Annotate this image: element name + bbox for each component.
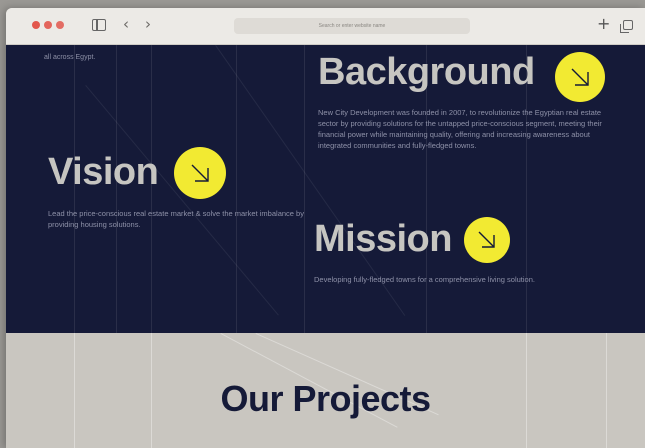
forward-arrow-icon[interactable]: › xyxy=(145,15,151,33)
mission-arrow-button[interactable] xyxy=(464,217,510,263)
close-window-button[interactable] xyxy=(32,21,40,29)
background-text: New City Development was founded in 2007… xyxy=(318,108,602,150)
browser-window: ‹ › Search or enter website name + all a… xyxy=(6,8,645,448)
grid-line xyxy=(304,45,305,333)
back-arrow-icon[interactable]: ‹ xyxy=(123,15,129,33)
arrow-down-right-icon xyxy=(571,68,589,86)
vision-heading: Vision xyxy=(48,151,159,193)
vision-arrow-button[interactable] xyxy=(174,147,226,199)
projects-heading: Our Projects xyxy=(220,378,431,419)
mission-heading: Mission xyxy=(314,218,452,260)
grid-line xyxy=(85,85,279,316)
minimize-window-button[interactable] xyxy=(44,21,52,29)
background-arrow-button[interactable] xyxy=(555,52,605,102)
tab-overview-icon[interactable] xyxy=(620,20,633,33)
arrow-down-right-icon xyxy=(191,164,209,182)
grid-line xyxy=(236,45,237,333)
address-bar[interactable]: Search or enter website name xyxy=(234,18,470,34)
vision-text: Lead the price-conscious real estate mar… xyxy=(48,209,304,229)
mission-text: Developing fully-fledged towns for a com… xyxy=(314,275,535,284)
about-section: all across Egypt. Background New City De… xyxy=(6,45,645,333)
zoom-window-button[interactable] xyxy=(56,21,64,29)
background-heading: Background xyxy=(318,51,535,93)
intro-text-fragment: all across Egypt. xyxy=(44,54,96,61)
new-tab-icon[interactable]: + xyxy=(597,14,610,33)
projects-section: Our Projects xyxy=(6,333,645,448)
browser-toolbar: ‹ › Search or enter website name + xyxy=(6,8,645,45)
sidebar-toggle-icon[interactable] xyxy=(92,19,106,31)
arrow-down-right-icon xyxy=(478,231,495,248)
